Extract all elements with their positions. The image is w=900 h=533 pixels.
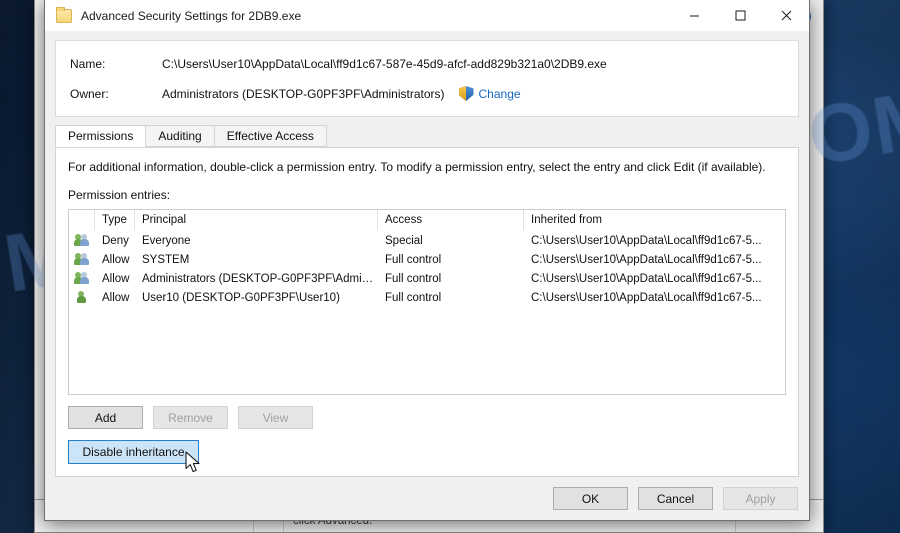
listview-header: Type Principal Access Inherited from: [69, 210, 785, 231]
change-owner-link[interactable]: Change: [479, 87, 521, 101]
row-inherited-from: C:\Users\User10\AppData\Local\ff9d1c67-5…: [531, 272, 762, 285]
table-row[interactable]: Allow Administrators (DESKTOP-G0PF3PF\Ad…: [69, 269, 785, 288]
object-info-panel: Name: C:\Users\User10\AppData\Local\ff9d…: [55, 40, 799, 117]
row-principal: SYSTEM: [142, 253, 190, 266]
group-icon: [69, 233, 95, 248]
inheritance-row: Disable inheritance: [68, 440, 786, 464]
row-access: Full control: [385, 272, 442, 285]
tab-auditing[interactable]: Auditing: [145, 125, 215, 147]
column-header-access[interactable]: Access: [378, 210, 524, 230]
folder-icon: [56, 6, 72, 23]
group-icon: [69, 271, 95, 286]
table-row[interactable]: Deny Everyone Special C:\Users\User10\Ap…: [69, 231, 785, 250]
row-access: Full control: [385, 291, 442, 304]
column-header-inherited-from[interactable]: Inherited from: [524, 210, 785, 230]
minimize-icon[interactable]: [671, 0, 717, 31]
column-header-type[interactable]: Type: [95, 210, 135, 230]
permission-entries-listview[interactable]: Type Principal Access Inherited from Den…: [68, 209, 786, 395]
row-principal: Everyone: [142, 234, 191, 247]
apply-button[interactable]: Apply: [723, 487, 798, 510]
table-row[interactable]: Allow SYSTEM Full control C:\Users\User1…: [69, 250, 785, 269]
dialog-title: Advanced Security Settings for 2DB9.exe: [81, 8, 302, 23]
user-icon: [69, 290, 95, 305]
window-controls: [671, 0, 809, 31]
remove-button[interactable]: Remove: [153, 406, 228, 429]
column-header-icon: [69, 210, 95, 230]
row-type: Allow: [102, 291, 130, 304]
row-type: Allow: [102, 272, 130, 285]
listview-rows: Deny Everyone Special C:\Users\User10\Ap…: [69, 231, 785, 394]
tab-strip: Permissions Auditing Effective Access: [55, 125, 799, 148]
row-inherited-from: C:\Users\User10\AppData\Local\ff9d1c67-5…: [531, 234, 762, 247]
maximize-icon[interactable]: [717, 0, 763, 31]
name-row: Name: C:\Users\User10\AppData\Local\ff9d…: [70, 53, 784, 74]
close-icon[interactable]: [763, 0, 809, 31]
tab-effective-access[interactable]: Effective Access: [213, 125, 327, 147]
add-button[interactable]: Add: [68, 406, 143, 429]
tab-permissions[interactable]: Permissions: [55, 125, 147, 147]
row-access: Full control: [385, 253, 442, 266]
table-row[interactable]: Allow User10 (DESKTOP-G0PF3PF\User10) Fu…: [69, 288, 785, 307]
owner-label: Owner:: [70, 86, 109, 101]
view-button[interactable]: View: [238, 406, 313, 429]
row-principal: User10 (DESKTOP-G0PF3PF\User10): [142, 291, 340, 304]
permissions-tab-panel: For additional information, double-click…: [55, 148, 799, 477]
cancel-button[interactable]: Cancel: [638, 487, 713, 510]
ok-button[interactable]: OK: [553, 487, 628, 510]
dialog-footer: OK Cancel Apply: [45, 477, 809, 520]
instruction-text: For additional information, double-click…: [68, 160, 766, 174]
row-inherited-from: C:\Users\User10\AppData\Local\ff9d1c67-5…: [531, 253, 762, 266]
dialog-titlebar[interactable]: Advanced Security Settings for 2DB9.exe: [45, 0, 809, 31]
owner-row: Owner: Administrators (DESKTOP-G0PF3PF\A…: [70, 83, 784, 104]
column-header-principal[interactable]: Principal: [135, 210, 378, 230]
row-access: Special: [385, 234, 423, 247]
advanced-security-settings-dialog: Advanced Security Settings for 2DB9.exe …: [44, 0, 810, 521]
uac-shield-icon: [459, 86, 474, 101]
name-label: Name:: [70, 56, 106, 71]
row-type: Deny: [102, 234, 129, 247]
row-principal: Administrators (DESKTOP-G0PF3PF\Admini..…: [142, 272, 378, 285]
row-type: Allow: [102, 253, 130, 266]
name-value: C:\Users\User10\AppData\Local\ff9d1c67-5…: [162, 56, 607, 71]
group-icon: [69, 252, 95, 267]
owner-value: Administrators (DESKTOP-G0PF3PF\Administ…: [162, 86, 445, 101]
permission-entries-label: Permission entries:: [68, 188, 171, 202]
entry-action-buttons: Add Remove View: [68, 406, 786, 429]
disable-inheritance-button[interactable]: Disable inheritance: [68, 440, 199, 464]
row-inherited-from: C:\Users\User10\AppData\Local\ff9d1c67-5…: [531, 291, 762, 304]
